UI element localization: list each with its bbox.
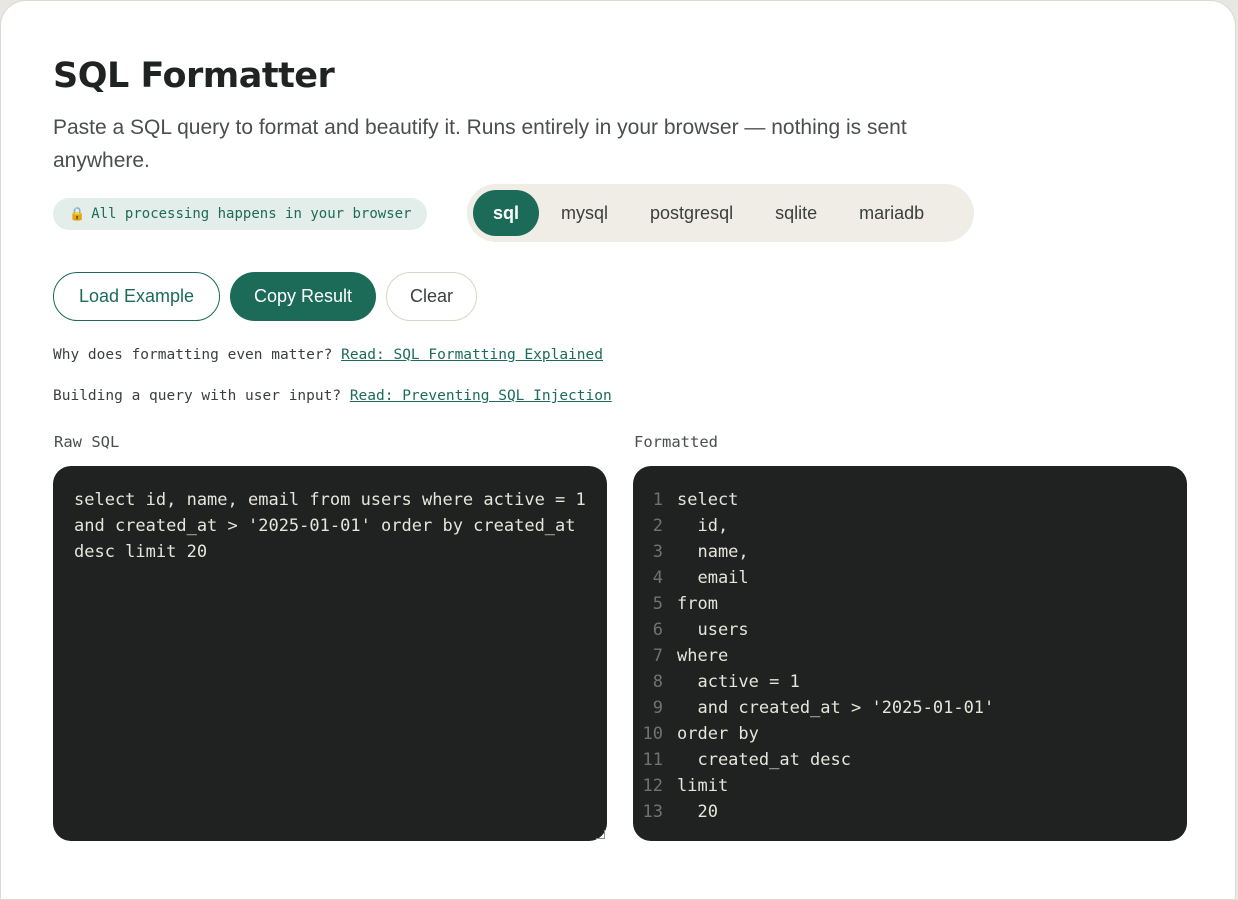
resize-handle-icon[interactable] bbox=[596, 830, 605, 839]
formatting-note: Why does formatting even matter? Read: S… bbox=[53, 347, 603, 363]
code-line: 3 name, bbox=[633, 539, 994, 565]
dialect-selector: sql mysql postgresql sqlite mariadb bbox=[467, 184, 974, 242]
formatted-label: Formatted bbox=[634, 433, 718, 451]
code-line: 8 active = 1 bbox=[633, 669, 994, 695]
load-example-button[interactable]: Load Example bbox=[53, 272, 220, 321]
line-number: 5 bbox=[652, 594, 663, 614]
raw-sql-text[interactable]: select id, name, email from users where … bbox=[74, 487, 589, 565]
line-code: and created_at > '2025-01-01' bbox=[677, 698, 995, 718]
line-code: created_at desc bbox=[677, 750, 851, 770]
code-line: 13 20 bbox=[633, 799, 994, 825]
line-number: 9 bbox=[652, 698, 663, 718]
line-code: order by bbox=[677, 724, 759, 744]
page-subtitle: Paste a SQL query to format and beautify… bbox=[53, 116, 907, 172]
raw-sql-input[interactable]: select id, name, email from users where … bbox=[53, 466, 607, 841]
line-number: 8 bbox=[652, 672, 663, 692]
line-code: users bbox=[677, 620, 749, 640]
formatting-explained-link[interactable]: Read: SQL Formatting Explained bbox=[341, 347, 603, 363]
page-title: SQL Formatter bbox=[53, 56, 335, 96]
injection-note-text: Building a query with user input? bbox=[53, 388, 350, 404]
line-number: 13 bbox=[642, 802, 663, 822]
code-line: 6 users bbox=[633, 617, 994, 643]
code-line: 9 and created_at > '2025-01-01' bbox=[633, 695, 995, 721]
raw-sql-label: Raw SQL bbox=[54, 433, 120, 451]
copy-result-button[interactable]: Copy Result bbox=[230, 272, 376, 321]
formatting-note-text: Why does formatting even matter? bbox=[53, 347, 342, 363]
code-line: 7 where bbox=[633, 643, 994, 669]
injection-note: Building a query with user input? Read: … bbox=[53, 388, 612, 404]
code-line: 11 created_at desc bbox=[633, 747, 994, 773]
line-number: 1 bbox=[652, 490, 663, 510]
dialect-option-mysql[interactable]: mysql bbox=[541, 190, 628, 236]
line-number: 4 bbox=[652, 568, 663, 588]
dialect-option-sqlite[interactable]: sqlite bbox=[755, 190, 837, 236]
clear-button[interactable]: Clear bbox=[386, 272, 477, 321]
line-code: from bbox=[677, 594, 718, 614]
line-code: name, bbox=[677, 542, 749, 562]
line-number: 2 bbox=[652, 516, 663, 536]
line-code: active = 1 bbox=[677, 672, 800, 692]
lock-icon: 🔒 bbox=[69, 206, 86, 222]
code-line: 10 order by bbox=[633, 721, 994, 747]
dialect-option-postgresql[interactable]: postgresql bbox=[630, 190, 753, 236]
code-line: 12 limit bbox=[633, 773, 994, 799]
line-code: email bbox=[677, 568, 749, 588]
code-line: 4 email bbox=[633, 565, 994, 591]
code-line: 5 from bbox=[633, 591, 994, 617]
dialect-option-mariadb[interactable]: mariadb bbox=[839, 190, 944, 236]
formatted-output: 1 select 2 id, 3 name, 4 email 5 from 6 users 7 w… bbox=[633, 466, 1187, 841]
formatter-card: SQL Formatter Paste a SQL query to forma… bbox=[0, 0, 1236, 900]
line-number: 6 bbox=[652, 620, 663, 640]
formatted-code: 1 select 2 id, 3 name, 4 email 5 from 6 users 7 w… bbox=[633, 487, 995, 825]
preventing-injection-link[interactable]: Read: Preventing SQL Injection bbox=[350, 388, 612, 404]
privacy-badge-text: All processing happens in your browser bbox=[91, 206, 412, 222]
line-number: 12 bbox=[642, 776, 663, 796]
code-line: 2 id, bbox=[633, 513, 994, 539]
line-number: 7 bbox=[652, 646, 663, 666]
code-line: 1 select bbox=[633, 487, 994, 513]
line-code: id, bbox=[677, 516, 729, 536]
line-code: select bbox=[677, 490, 739, 510]
line-code: 20 bbox=[677, 802, 718, 822]
line-number: 11 bbox=[642, 750, 663, 770]
line-code: where bbox=[677, 646, 729, 666]
dialect-option-sql[interactable]: sql bbox=[473, 190, 540, 236]
line-code: limit bbox=[677, 776, 729, 796]
line-number: 10 bbox=[642, 724, 663, 744]
privacy-badge: 🔒 All processing happens in your browser bbox=[53, 198, 428, 230]
line-number: 3 bbox=[652, 542, 663, 562]
